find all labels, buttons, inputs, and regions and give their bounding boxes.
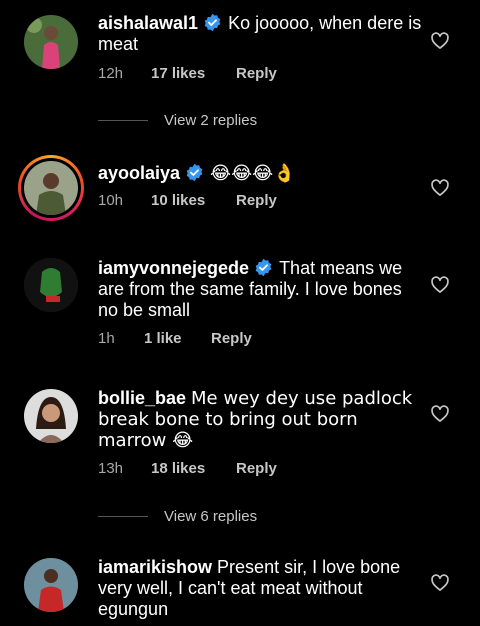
comment-username[interactable]: aishalawal1 — [98, 13, 198, 33]
avatar[interactable] — [24, 15, 78, 69]
verified-badge-icon — [255, 258, 272, 277]
comment-username[interactable]: iamyvonnejegede — [98, 258, 249, 278]
heart-outline-icon[interactable] — [430, 573, 450, 593]
likes-count[interactable]: 17 likes — [151, 65, 236, 82]
comment-text: 😂😂😂👌 — [210, 163, 296, 184]
comment-time: 1h — [98, 330, 115, 347]
comment-body: bollie_bae Me wey dey use padlock break b… — [98, 388, 422, 451]
comment-meta: 12h 17 likes Reply — [98, 65, 277, 82]
heart-outline-icon[interactable] — [430, 31, 450, 51]
avatar[interactable] — [24, 258, 78, 312]
comment-time: 13h — [98, 460, 124, 477]
reply-button[interactable]: Reply — [236, 192, 277, 209]
comment-username[interactable]: iamarikishow — [98, 557, 212, 577]
likes-count[interactable]: 18 likes — [151, 460, 236, 477]
replies-divider — [98, 516, 148, 517]
comment-meta: 10h 10 likes Reply — [98, 192, 277, 209]
comment-username[interactable]: bollie_bae — [98, 388, 186, 408]
comment-username[interactable]: ayoolaiya — [98, 163, 180, 183]
heart-outline-icon[interactable] — [430, 404, 450, 424]
avatar[interactable] — [24, 389, 78, 443]
view-replies-label: View 2 replies — [164, 112, 258, 129]
reply-button[interactable]: Reply — [236, 65, 277, 82]
comment-time: 10h — [98, 192, 124, 209]
view-replies-button[interactable]: View 6 replies — [98, 508, 257, 525]
heart-outline-icon[interactable] — [430, 178, 450, 198]
avatar[interactable] — [24, 558, 78, 612]
comment-body: iamarikishow Present sir, I love bone ver… — [98, 557, 422, 620]
comment-meta: 1h 1 like Reply — [98, 330, 252, 347]
comment-time: 12h — [98, 65, 124, 82]
verified-badge-icon — [186, 163, 203, 182]
verified-badge-icon — [204, 13, 221, 32]
replies-divider — [98, 120, 148, 121]
heart-outline-icon[interactable] — [430, 275, 450, 295]
story-ring — [21, 158, 81, 218]
view-replies-label: View 6 replies — [164, 508, 258, 525]
comment-body: aishalawal1 Ko jooooo, when dere is meat — [98, 13, 422, 55]
likes-count[interactable]: 1 like — [144, 330, 211, 347]
comment-body: ayoolaiya 😂😂😂👌 — [98, 163, 422, 184]
likes-count[interactable]: 10 likes — [151, 192, 236, 209]
reply-button[interactable]: Reply — [211, 330, 252, 347]
reply-button[interactable]: Reply — [236, 460, 277, 477]
view-replies-button[interactable]: View 2 replies — [98, 112, 257, 129]
comment-meta: 13h 18 likes Reply — [98, 460, 277, 477]
comment-body: iamyvonnejegede That means we are from th… — [98, 258, 422, 321]
avatar[interactable] — [18, 155, 84, 221]
